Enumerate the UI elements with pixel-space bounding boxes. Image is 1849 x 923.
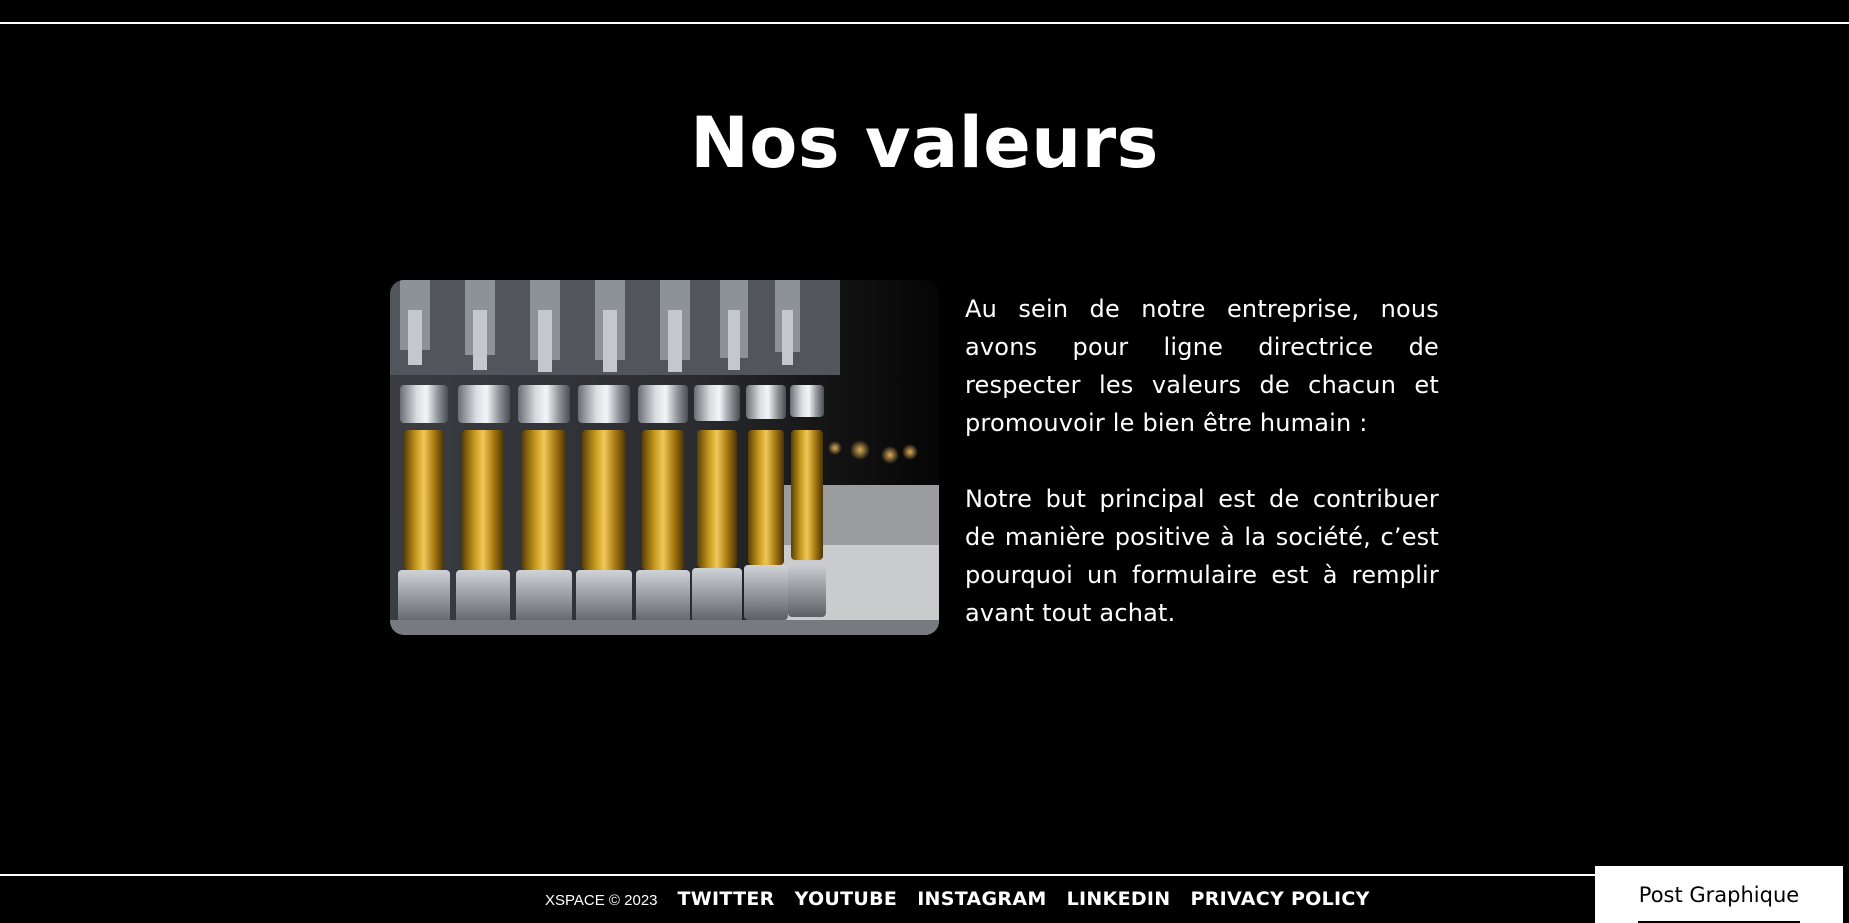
section-title: Nos valeurs	[690, 102, 1159, 184]
footer-link-twitter[interactable]: TWITTER	[678, 888, 775, 910]
footer-nav: XSPACE © 2023 TWITTER YOUTUBE INSTAGRAM …	[545, 888, 1370, 910]
values-text: Au sein de notre entreprise, nous avons …	[965, 290, 1439, 632]
footer-link-privacy-policy[interactable]: PRIVACY POLICY	[1191, 888, 1370, 910]
footer-link-youtube[interactable]: YOUTUBE	[795, 888, 898, 910]
footer-link-instagram[interactable]: INSTAGRAM	[917, 888, 1046, 910]
production-line-image	[390, 280, 939, 635]
page: Nos valeurs Au sein de notre entreprise,…	[0, 0, 1849, 923]
post-graphique-button[interactable]: Post Graphique	[1595, 866, 1843, 923]
footer: XSPACE © 2023 TWITTER YOUTUBE INSTAGRAM …	[0, 876, 1849, 923]
top-divider	[0, 22, 1849, 24]
values-paragraph-1: Au sein de notre entreprise, nous avons …	[965, 295, 1439, 437]
values-paragraph-2: Notre but principal est de contribuer de…	[965, 485, 1439, 627]
footer-link-linkedin[interactable]: LINKEDIN	[1067, 888, 1171, 910]
copyright-text: XSPACE © 2023	[545, 892, 658, 909]
